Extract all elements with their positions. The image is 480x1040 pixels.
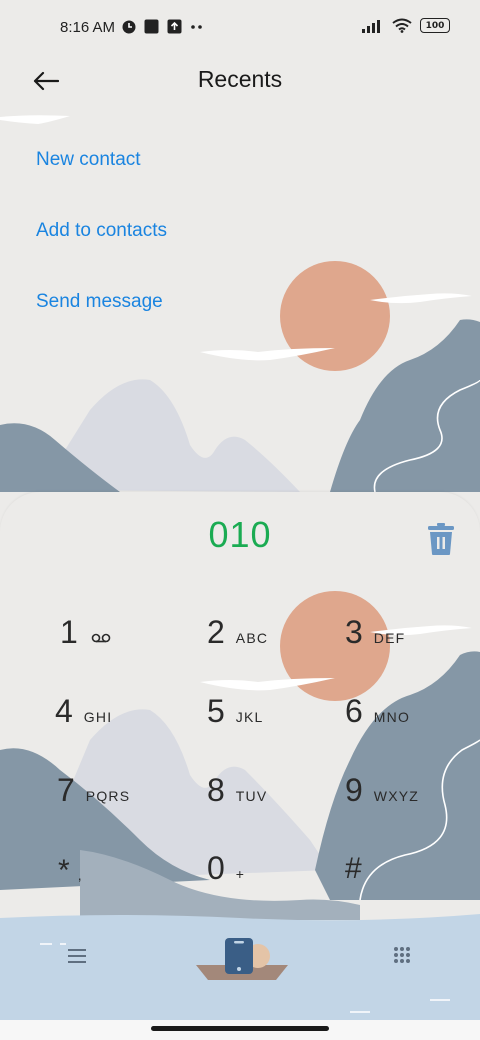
key-star[interactable]: * , <box>58 854 208 914</box>
key-letters: ABC <box>235 630 269 646</box>
signal-icon <box>362 19 380 33</box>
menu-button[interactable] <box>68 947 88 970</box>
key-digit: 4 <box>55 693 73 729</box>
more-dots-icon <box>191 24 202 29</box>
key-6[interactable]: 6 MNO <box>345 693 480 753</box>
key-digit: 6 <box>345 693 363 729</box>
battery-level: 100 <box>425 20 445 31</box>
home-indicator[interactable] <box>151 1026 329 1031</box>
status-bar: 8:16 AM 100 <box>0 0 480 56</box>
key-digit: 5 <box>207 693 225 729</box>
key-digit: # <box>345 852 362 885</box>
key-digit: 8 <box>207 772 225 808</box>
dialpad-icon <box>394 947 410 963</box>
menu-icon <box>68 949 86 963</box>
key-letters: TUV <box>235 788 268 804</box>
key-digit: 7 <box>57 772 75 808</box>
key-9[interactable]: 9 WXYZ <box>345 772 480 832</box>
voicemail-icon <box>91 633 111 643</box>
key-letters: DEF <box>373 630 406 646</box>
key-digit: 2 <box>207 614 225 650</box>
phone-call-icon <box>225 938 253 974</box>
status-time: 8:16 AM <box>60 19 116 36</box>
key-letters: WXYZ <box>373 788 420 804</box>
send-message-link[interactable]: Send message <box>36 291 163 313</box>
delete-button[interactable] <box>425 522 457 556</box>
key-8[interactable]: 8 TUV <box>207 772 357 832</box>
key-0[interactable]: 0 + <box>207 850 357 910</box>
key-digit: 0 <box>207 850 225 886</box>
status-left-icons <box>122 19 204 34</box>
page-title: Recents <box>197 66 283 92</box>
dialed-number[interactable]: 010 <box>0 514 480 556</box>
key-digit: 9 <box>345 772 363 808</box>
key-4[interactable]: 4 GHI <box>55 693 205 753</box>
key-letters: JKL <box>235 709 264 725</box>
dialer-screen: 8:16 AM 100 Recents New contact Add to c… <box>0 0 480 1040</box>
battery-icon: 100 <box>420 18 450 33</box>
status-right-icons: 100 <box>362 18 450 33</box>
dialpad-button[interactable] <box>393 946 411 971</box>
key-letters: MNO <box>373 709 411 725</box>
key-7[interactable]: 7 PQRS <box>57 772 207 832</box>
key-5[interactable]: 5 JKL <box>207 693 357 753</box>
trash-icon <box>428 523 454 555</box>
key-2[interactable]: 2 ABC <box>207 614 357 674</box>
key-digit: * <box>58 854 70 887</box>
key-letters: GHI <box>83 709 113 725</box>
key-hash[interactable]: # <box>345 852 480 912</box>
key-3[interactable]: 3 DEF <box>345 614 480 674</box>
app-notification-icon <box>122 20 136 33</box>
key-1[interactable]: 1 <box>60 614 210 674</box>
wifi-icon <box>392 18 412 33</box>
key-letters: + <box>235 866 246 882</box>
key-letters: , <box>77 867 83 883</box>
key-letters: PQRS <box>85 788 131 804</box>
call-button[interactable] <box>224 937 254 980</box>
upload-notification-icon <box>167 19 182 34</box>
key-digit: 1 <box>60 614 78 650</box>
cloud <box>0 115 70 124</box>
add-to-contacts-link[interactable]: Add to contacts <box>36 220 167 242</box>
key-digit: 3 <box>345 614 363 650</box>
new-contact-link[interactable]: New contact <box>36 149 141 171</box>
square-notification-icon <box>144 19 159 34</box>
